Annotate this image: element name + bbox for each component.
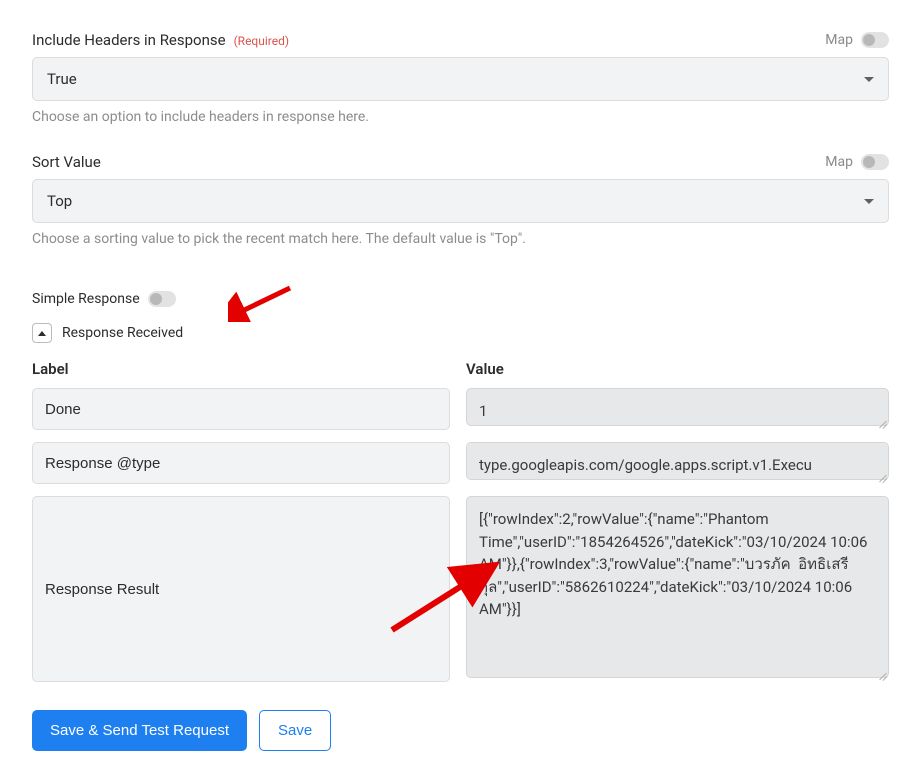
- button-row: Save & Send Test Request Save: [32, 710, 889, 751]
- response-received-label: Response Received: [62, 325, 183, 341]
- sort-value-label: Sort Value: [32, 153, 101, 171]
- simple-response-row: Simple Response: [32, 291, 889, 307]
- response-label-input[interactable]: [32, 388, 450, 430]
- map-label: Map: [825, 154, 853, 170]
- collapse-button[interactable]: [32, 323, 52, 343]
- include-headers-label: Include Headers in Response: [32, 31, 226, 49]
- map-toggle-row: Map: [825, 32, 889, 48]
- response-row: [32, 388, 889, 430]
- include-headers-section: Include Headers in Response (Required) M…: [32, 30, 889, 125]
- save-button[interactable]: Save: [259, 710, 331, 751]
- chevron-down-icon: [864, 199, 874, 204]
- response-row: [32, 442, 889, 484]
- include-headers-label-wrap: Include Headers in Response (Required): [32, 30, 289, 49]
- field-header: Sort Value Map: [32, 153, 889, 171]
- include-headers-helper: Choose an option to include headers in r…: [32, 109, 889, 125]
- response-received-header: Response Received: [32, 323, 889, 343]
- response-label-input[interactable]: [32, 442, 450, 484]
- value-column-header: Value: [466, 360, 504, 378]
- response-value-textarea[interactable]: [466, 496, 889, 678]
- response-row: [32, 496, 889, 682]
- response-value-textarea[interactable]: [466, 388, 889, 426]
- sort-value-section: Sort Value Map Top Choose a sorting valu…: [32, 153, 889, 247]
- simple-response-label: Simple Response: [32, 291, 140, 307]
- map-toggle[interactable]: [861, 154, 889, 170]
- label-column-header: Label: [32, 360, 69, 378]
- response-label-input[interactable]: [32, 496, 450, 682]
- map-toggle-row: Map: [825, 154, 889, 170]
- sort-value-helper: Choose a sorting value to pick the recen…: [32, 231, 889, 247]
- chevron-down-icon: [864, 77, 874, 82]
- map-label: Map: [825, 32, 853, 48]
- sort-value-value: Top: [47, 192, 72, 210]
- field-header: Include Headers in Response (Required) M…: [32, 30, 889, 49]
- form-container: Include Headers in Response (Required) M…: [32, 30, 889, 751]
- columns-header: Label Value: [32, 359, 889, 378]
- response-value-textarea[interactable]: [466, 442, 889, 480]
- required-badge: (Required): [234, 34, 289, 48]
- map-toggle[interactable]: [861, 32, 889, 48]
- include-headers-value: True: [47, 70, 77, 88]
- chevron-up-icon: [38, 331, 46, 336]
- sort-value-select[interactable]: Top: [32, 179, 889, 223]
- simple-response-toggle[interactable]: [148, 291, 176, 307]
- include-headers-select[interactable]: True: [32, 57, 889, 101]
- save-send-test-button[interactable]: Save & Send Test Request: [32, 710, 247, 751]
